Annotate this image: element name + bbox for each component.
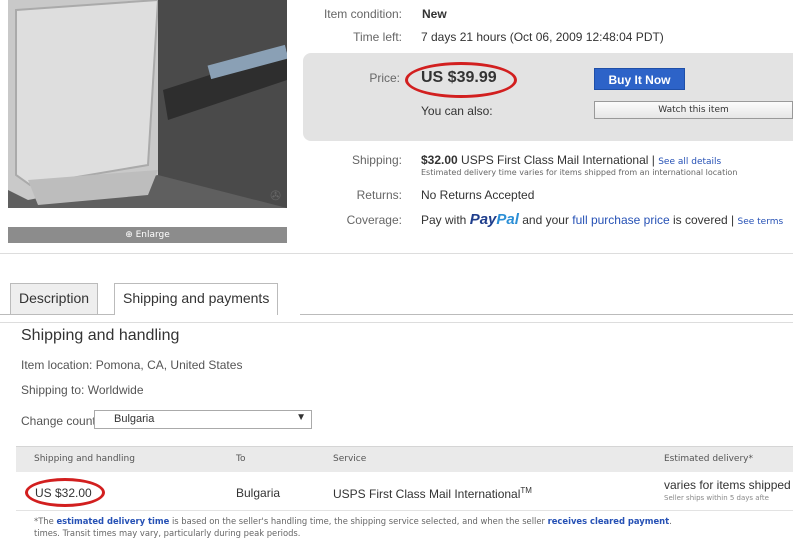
col-estimated-delivery: Estimated delivery* [664, 454, 753, 464]
tab-baseline-left [0, 314, 114, 315]
trademark-mark: TM [520, 486, 532, 495]
also-label: You can also: [421, 104, 493, 118]
country-selected-value: Bulgaria [114, 413, 155, 425]
row-to: Bulgaria [236, 486, 281, 500]
watch-item-button[interactable]: Watch this item [594, 101, 793, 119]
tab-baseline-right [300, 314, 793, 315]
col-to: To [236, 454, 246, 464]
price-box [303, 53, 793, 141]
shipping-service: USPS First Class Mail International | [457, 153, 659, 167]
shipping-line: $32.00 USPS First Class Mail Internation… [421, 153, 721, 167]
item-location: Item location: Pomona, CA, United States [21, 358, 243, 372]
footnote-pre: *The [34, 516, 57, 526]
buy-it-now-button[interactable]: Buy It Now [594, 68, 685, 90]
price-label: Price: [369, 71, 400, 85]
tab-description[interactable]: Description [10, 283, 99, 314]
see-terms-link[interactable]: See terms [737, 217, 783, 227]
footnote-mid: is based on the seller's handling time, … [169, 516, 548, 526]
coverage-label: Coverage: [346, 213, 402, 227]
footnote-end: . [669, 516, 672, 526]
condition-label: Item condition: [323, 7, 402, 21]
country-select[interactable]: Bulgaria ▼ [94, 410, 312, 429]
magnifier-icon: ⊕ [125, 230, 133, 240]
crt-tube-illustration [8, 0, 287, 208]
col-shipping-handling: Shipping and handling [34, 454, 135, 464]
shipping-label: Shipping: [351, 153, 402, 167]
watermark-icon: ✇ [270, 188, 281, 203]
tab-shipping-payments[interactable]: Shipping and payments [114, 283, 279, 315]
row-service: USPS First Class Mail InternationalTM [333, 486, 532, 501]
footnote-line2: times. Transit times may vary, particula… [34, 528, 301, 538]
enlarge-button[interactable]: ⊕ Enlarge [8, 227, 287, 243]
condition-value: New [422, 7, 447, 21]
col-service: Service [333, 454, 367, 464]
returns-label: Returns: [356, 188, 402, 202]
shipping-price: $32.00 [421, 153, 458, 167]
coverage-line: Pay with PayPal and your full purchase p… [421, 211, 783, 228]
coverage-pre: Pay with [421, 213, 470, 227]
section-divider [0, 253, 793, 254]
estimated-delivery-link[interactable]: estimated delivery time [56, 516, 169, 526]
product-image-panel: ✇ ⊕ Enlarge [8, 0, 287, 243]
shipping-section-title: Shipping and handling [21, 327, 180, 344]
returns-value: No Returns Accepted [421, 188, 535, 202]
time-left-value: 7 days 21 hours (Oct 06, 2009 12:48:04 P… [421, 30, 664, 44]
row-service-text: USPS First Class Mail International [333, 487, 521, 501]
enlarge-label: Enlarge [135, 230, 170, 240]
shipping-to: Shipping to: Worldwide [21, 383, 144, 397]
panel-top-line [0, 322, 793, 323]
footnote-line1: *The estimated delivery time is based on… [34, 516, 672, 526]
coverage-post: is covered | [669, 213, 738, 227]
price-value: US $39.99 [421, 69, 497, 86]
table-bottom-line [16, 510, 793, 511]
row-delivery: varies for items shipped [664, 478, 791, 492]
chevron-down-icon: ▼ [296, 412, 306, 423]
product-photo[interactable]: ✇ [8, 0, 287, 208]
shipping-note: Estimated delivery time varies for items… [421, 168, 738, 177]
time-left-label: Time left: [353, 30, 402, 44]
row-cost: US $32.00 [35, 486, 92, 500]
cleared-payment-link[interactable]: receives cleared payment [548, 516, 669, 526]
full-purchase-price-link[interactable]: full purchase price [572, 213, 669, 227]
row-delivery-note: Seller ships within 5 days afte [664, 494, 769, 502]
coverage-mid: and your [518, 213, 573, 227]
paypal-logo: PayPal [469, 211, 519, 228]
see-all-details-link[interactable]: See all details [658, 157, 721, 167]
